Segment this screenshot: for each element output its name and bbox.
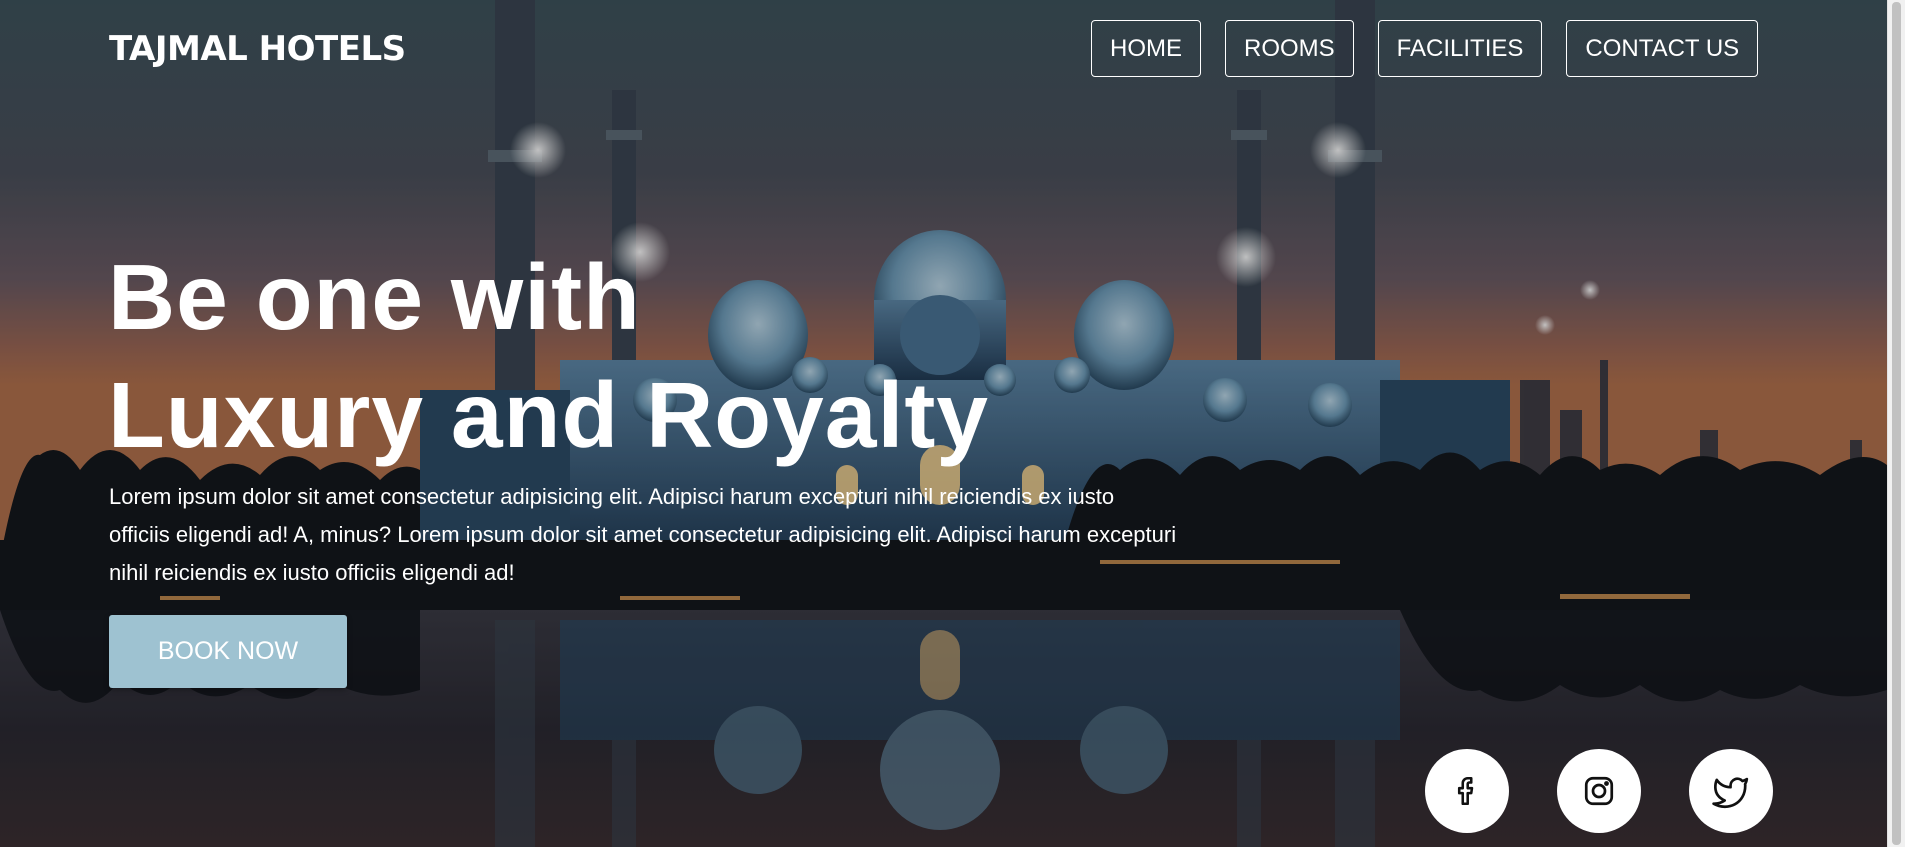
nav-facilities-link[interactable]: FACILITIES [1377,20,1543,77]
hero-headline-line-2: Luxury and Royalty [108,363,990,467]
social-links [1425,749,1773,833]
vertical-scrollbar[interactable] [1887,0,1905,847]
facebook-button[interactable] [1425,749,1509,833]
facebook-icon [1457,776,1474,806]
nav-home-link[interactable]: HOME [1091,20,1201,77]
main-nav: HOME ROOMS FACILITIES CONTACT US [1091,20,1759,77]
book-now-button[interactable]: BOOK NOW [109,615,347,688]
instagram-icon [1584,776,1614,806]
nav-contact-us-link[interactable]: CONTACT US [1566,20,1759,77]
instagram-button[interactable] [1557,749,1641,833]
twitter-icon [1712,777,1749,809]
page: TAJMAL HOTELS HOME ROOMS FACILITIES CONT… [0,0,1905,847]
hero-description: Lorem ipsum dolor sit amet consectetur a… [109,484,1177,585]
hero-headline-line-1: Be one with [108,245,641,349]
scrollbar-thumb[interactable] [1892,2,1901,845]
nav-rooms-link[interactable]: ROOMS [1225,20,1354,77]
hero-headline: Be one with Luxury and Royalty [108,238,989,474]
twitter-button[interactable] [1689,749,1773,833]
brand-logo[interactable]: TAJMAL HOTELS [109,30,406,68]
